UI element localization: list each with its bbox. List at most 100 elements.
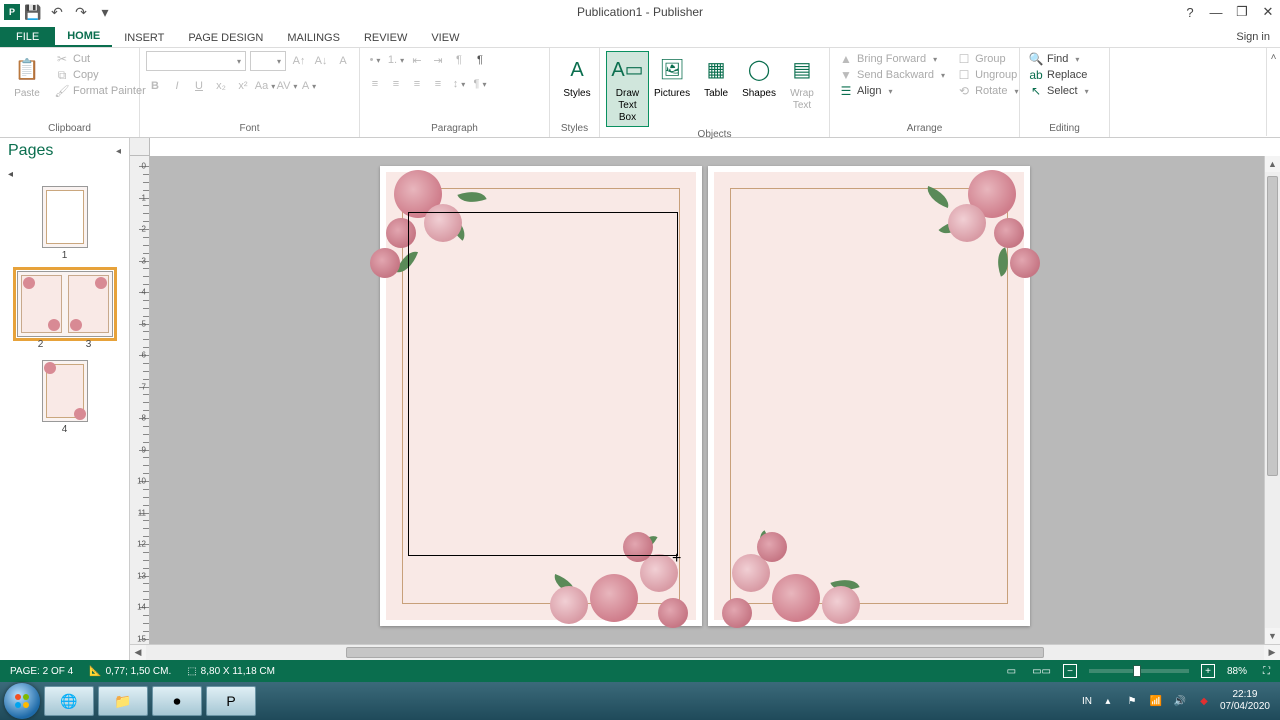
taskbar-chrome[interactable]: 🌐: [44, 686, 94, 716]
zoom-out-button[interactable]: −: [1063, 664, 1077, 678]
restore-button[interactable]: ❐: [1234, 4, 1250, 20]
zoom-level[interactable]: 88%: [1223, 666, 1251, 677]
vertical-scrollbar[interactable]: ▲ ▼: [1264, 156, 1280, 644]
grow-font-button[interactable]: A↑: [290, 52, 308, 70]
rtl-button[interactable]: ¶: [471, 51, 489, 69]
send-backward-button[interactable]: ▼Send Backward: [836, 67, 948, 83]
tray-clock[interactable]: 22:19 07/04/2020: [1220, 689, 1270, 713]
increase-indent-button[interactable]: ⇥: [429, 51, 447, 69]
case-button[interactable]: Aa: [256, 77, 274, 95]
minimize-button[interactable]: —: [1208, 4, 1224, 20]
scroll-right-button[interactable]: ▶: [1264, 645, 1280, 660]
help-icon[interactable]: ?: [1182, 4, 1198, 20]
find-button[interactable]: 🔍Find: [1026, 51, 1092, 67]
ltr-button[interactable]: ¶: [450, 51, 468, 69]
tab-file[interactable]: FILE: [0, 27, 55, 47]
draw-text-box-button[interactable]: A▭ Draw Text Box: [606, 51, 649, 127]
undo-icon[interactable]: ↶: [48, 3, 66, 21]
numbering-button[interactable]: 1.: [387, 51, 405, 69]
italic-button[interactable]: I: [168, 77, 186, 95]
sign-in-link[interactable]: Sign in: [1236, 31, 1270, 43]
tab-review[interactable]: REVIEW: [352, 28, 419, 47]
subscript-button[interactable]: x₂: [212, 77, 230, 95]
format-painter-button[interactable]: 🖌Format Painter: [52, 83, 149, 99]
view-two-page-button[interactable]: ▭▭: [1028, 666, 1055, 677]
shapes-button[interactable]: ◯ Shapes: [737, 51, 781, 103]
start-button[interactable]: [4, 683, 40, 719]
tab-home[interactable]: HOME: [55, 26, 112, 47]
char-spacing-button[interactable]: AV: [278, 77, 296, 95]
clear-formatting-button[interactable]: A: [334, 52, 352, 70]
zoom-slider[interactable]: [1089, 669, 1189, 673]
save-icon[interactable]: 💾: [24, 3, 42, 21]
taskbar-explorer[interactable]: 📁: [98, 686, 148, 716]
rotate-button[interactable]: ⟲Rotate: [954, 83, 1021, 99]
taskbar-publisher[interactable]: P: [206, 686, 256, 716]
scroll-left-button[interactable]: ◀: [130, 645, 146, 660]
tab-view[interactable]: VIEW: [419, 28, 471, 47]
zoom-slider-thumb[interactable]: [1133, 665, 1141, 677]
fit-page-button[interactable]: ⛶: [1259, 666, 1274, 677]
vertical-ruler[interactable]: 0123456789101112131415: [130, 156, 150, 644]
page-3[interactable]: [708, 166, 1030, 626]
tray-show-hidden-icon[interactable]: ▴: [1100, 693, 1116, 709]
wrap-text-button[interactable]: ▤ Wrap Text: [781, 51, 823, 115]
decrease-indent-button[interactable]: ⇤: [408, 51, 426, 69]
replace-button[interactable]: abReplace: [1026, 67, 1092, 83]
paragraph-spacing-button[interactable]: ¶: [471, 75, 489, 93]
status-page-info[interactable]: PAGE: 2 OF 4: [6, 666, 77, 677]
font-size-input[interactable]: ▾: [250, 51, 286, 71]
pictures-button[interactable]: 🖼 Pictures: [649, 51, 695, 103]
scroll-up-button[interactable]: ▲: [1265, 156, 1280, 172]
select-button[interactable]: ↖Select: [1026, 83, 1092, 99]
taskbar-recorder[interactable]: ⏺: [152, 686, 202, 716]
page-thumbnail-spread-2-3[interactable]: 23: [17, 271, 113, 350]
paste-button[interactable]: 📋 Paste: [6, 51, 48, 103]
tray-flag-icon[interactable]: ⚑: [1124, 693, 1140, 709]
align-button[interactable]: ☰Align: [836, 83, 948, 99]
zoom-in-button[interactable]: +: [1201, 664, 1215, 678]
styles-button[interactable]: A Styles: [556, 51, 598, 103]
tray-network-icon[interactable]: 📶: [1148, 693, 1164, 709]
align-center-button[interactable]: ≡: [387, 75, 405, 93]
tab-insert[interactable]: INSERT: [112, 28, 176, 47]
page-2[interactable]: +: [380, 166, 702, 626]
shrink-font-button[interactable]: A↓: [312, 52, 330, 70]
page-thumbnail-1[interactable]: 1: [42, 186, 88, 261]
justify-button[interactable]: ≡: [429, 75, 447, 93]
font-name-input[interactable]: ▾: [146, 51, 246, 71]
page-canvas[interactable]: +: [150, 156, 1264, 644]
copy-button[interactable]: ⧉Copy: [52, 67, 149, 83]
table-button[interactable]: ▦ Table: [695, 51, 737, 103]
group-button[interactable]: ☐Group: [954, 51, 1021, 67]
scroll-down-button[interactable]: ▼: [1265, 628, 1280, 644]
ungroup-button[interactable]: ☐Ungroup: [954, 67, 1021, 83]
close-button[interactable]: ✕: [1260, 4, 1276, 20]
align-right-button[interactable]: ≡: [408, 75, 426, 93]
bullets-button[interactable]: •: [366, 51, 384, 69]
horizontal-scrollbar[interactable]: [146, 645, 1264, 660]
tray-lang[interactable]: IN: [1082, 696, 1092, 707]
align-left-button[interactable]: ≡: [366, 75, 384, 93]
line-spacing-button[interactable]: ↕: [450, 75, 468, 93]
drawing-text-box[interactable]: [408, 212, 678, 556]
font-color-button[interactable]: A: [300, 77, 318, 95]
page-thumbnail-4[interactable]: 4: [42, 360, 88, 435]
redo-icon[interactable]: ↷: [72, 3, 90, 21]
tray-shield-icon[interactable]: ◆: [1196, 693, 1212, 709]
qat-customize-icon[interactable]: ▾: [96, 3, 114, 21]
collapse-pages-panel-button[interactable]: ◂: [116, 146, 121, 157]
tab-page-design[interactable]: PAGE DESIGN: [176, 28, 275, 47]
underline-button[interactable]: U: [190, 77, 208, 95]
cut-button[interactable]: ✂Cut: [52, 51, 149, 67]
bring-forward-button[interactable]: ▲Bring Forward: [836, 51, 948, 67]
superscript-button[interactable]: x²: [234, 77, 252, 95]
view-single-page-button[interactable]: ▭: [1003, 666, 1020, 677]
vscroll-thumb[interactable]: [1267, 176, 1278, 476]
hscroll-thumb[interactable]: [346, 647, 1044, 658]
bold-button[interactable]: B: [146, 77, 164, 95]
tab-mailings[interactable]: MAILINGS: [275, 28, 352, 47]
nav-first-page-icon[interactable]: ◂: [8, 169, 13, 180]
collapse-ribbon-button[interactable]: ˄: [1266, 48, 1280, 136]
tray-volume-icon[interactable]: 🔊: [1172, 693, 1188, 709]
